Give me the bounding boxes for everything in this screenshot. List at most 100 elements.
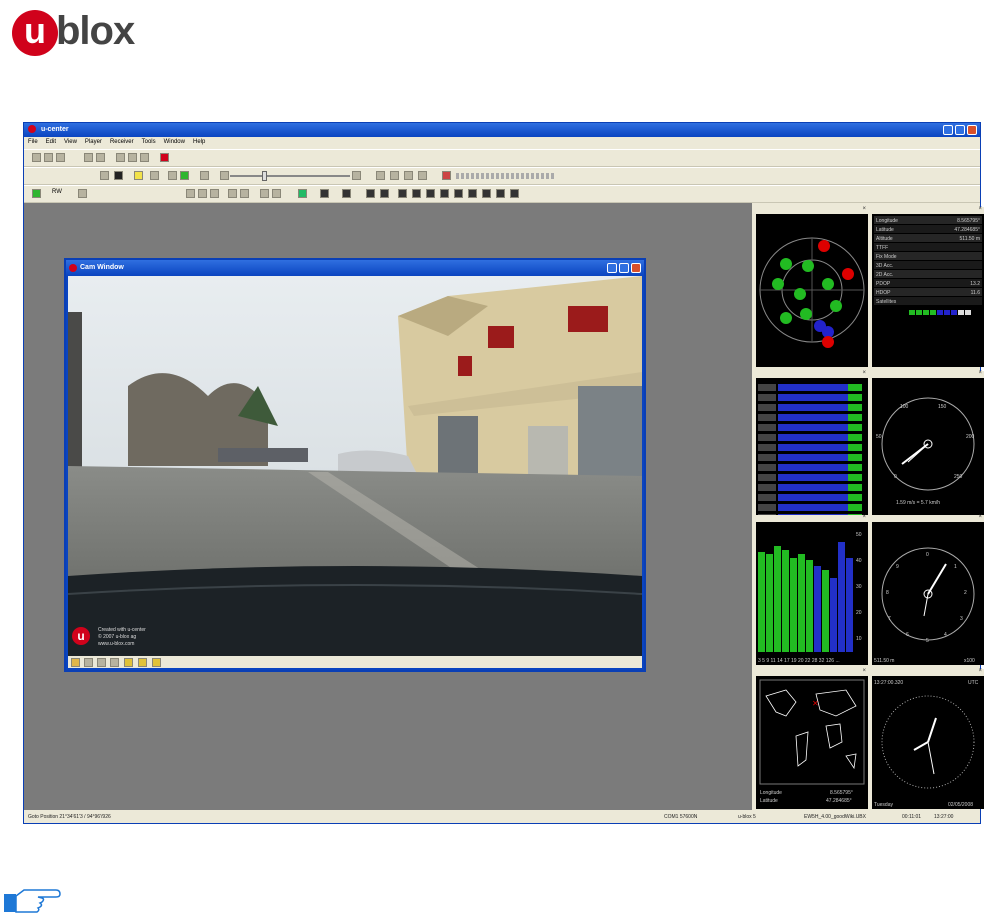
menu-player[interactable]: Player	[85, 137, 102, 148]
view-icon-21[interactable]	[510, 189, 519, 198]
pane-close-icon[interactable]: ×	[978, 206, 982, 212]
data-label: 2D Acc.	[876, 272, 893, 278]
view-icon-4[interactable]	[228, 189, 237, 198]
view-icon-6[interactable]	[260, 189, 269, 198]
cam-titlebar[interactable]: Cam Window	[66, 260, 644, 276]
pane-close-icon[interactable]: ×	[862, 514, 866, 520]
pane-close-icon[interactable]: ×	[978, 370, 982, 376]
marker-in-icon[interactable]	[376, 171, 385, 180]
paste-icon[interactable]	[140, 153, 149, 162]
cam-save-icon[interactable]	[84, 658, 93, 667]
menu-tools[interactable]: Tools	[142, 137, 156, 148]
view-icon-8[interactable]	[298, 189, 307, 198]
signal-level-pane[interactable]: × 50 40 30 20 10 3 5 9 11 14 17 19 20 22…	[756, 514, 868, 665]
view-icon-13[interactable]	[398, 189, 407, 198]
view-icon-12[interactable]	[380, 189, 389, 198]
skip-icon[interactable]	[220, 171, 229, 180]
marker-goto-icon[interactable]	[418, 171, 427, 180]
print-icon[interactable]	[84, 153, 93, 162]
menu-file[interactable]: File	[28, 137, 38, 148]
print-preview-icon[interactable]	[96, 153, 105, 162]
minimize-button[interactable]	[943, 125, 953, 135]
stop-icon[interactable]	[114, 171, 123, 180]
view-icon-17[interactable]	[454, 189, 463, 198]
data-label: Fix Mode	[876, 254, 897, 260]
data-view-pane[interactable]: × Longitude 8.565795° Latitude 47.284685° Al…	[872, 206, 984, 367]
satellite-icon[interactable]	[442, 171, 451, 180]
rewind-icon[interactable]	[352, 171, 361, 180]
sig-row-label	[758, 494, 776, 501]
ublox-icon[interactable]	[160, 153, 169, 162]
view-icon-1[interactable]	[186, 189, 195, 198]
sky-view-pane[interactable]: ×	[756, 206, 868, 367]
altimeter-tick: 1	[954, 564, 957, 570]
playback-slider[interactable]	[230, 171, 350, 181]
view-icon-7[interactable]	[272, 189, 281, 198]
data-label: Altitude	[876, 236, 893, 242]
view-icon-19[interactable]	[482, 189, 491, 198]
pane-close-icon[interactable]: ×	[862, 668, 866, 674]
view-icon-10[interactable]	[342, 189, 351, 198]
marker-out-icon[interactable]	[390, 171, 399, 180]
status-port[interactable]: COM1 57600N	[664, 811, 697, 823]
pause-icon[interactable]	[150, 171, 159, 180]
data-view-table: Longitude 8.565795° Latitude 47.284685° Alti…	[874, 216, 982, 315]
cam-delete-icon[interactable]	[97, 658, 106, 667]
pane-close-icon[interactable]: ×	[978, 514, 982, 520]
zoom-fit-icon[interactable]	[152, 658, 161, 667]
slider-thumb[interactable]	[262, 171, 267, 181]
signal-level-bar	[790, 558, 797, 652]
close-button[interactable]	[967, 125, 977, 135]
cam-minimize-button[interactable]	[607, 263, 617, 273]
pane-close-icon[interactable]: ×	[862, 206, 866, 212]
view-icon-18[interactable]	[468, 189, 477, 198]
view-icon-14[interactable]	[412, 189, 421, 198]
pane-close-icon[interactable]: ×	[862, 370, 866, 376]
view-icon-2[interactable]	[198, 189, 207, 198]
step-icon[interactable]	[168, 171, 177, 180]
data-label: Latitude	[876, 227, 894, 233]
marker-clear-icon[interactable]	[404, 171, 413, 180]
save-icon[interactable]	[44, 153, 53, 162]
menu-receiver[interactable]: Receiver	[110, 137, 134, 148]
world-map-pane[interactable]: × ✕ Longitude 8.565795° Latitude 47.2846…	[756, 668, 868, 809]
cam-close-button[interactable]	[631, 263, 641, 273]
wand-icon[interactable]	[78, 189, 87, 198]
pane-close-icon[interactable]: ×	[978, 668, 982, 674]
zoom-out-icon[interactable]	[138, 658, 147, 667]
view-icon-3[interactable]	[210, 189, 219, 198]
view-icon-20[interactable]	[496, 189, 505, 198]
fast-forward-icon[interactable]	[200, 171, 209, 180]
view-icon-15[interactable]	[426, 189, 435, 198]
connection-icon[interactable]	[32, 189, 41, 198]
cut-icon[interactable]	[116, 153, 125, 162]
menu-window[interactable]: Window	[164, 137, 185, 148]
play-icon[interactable]	[180, 171, 189, 180]
app-title: u-center	[40, 126, 69, 133]
view-icon-11[interactable]	[366, 189, 375, 198]
cam-open-icon[interactable]	[71, 658, 80, 667]
open-icon[interactable]	[56, 153, 65, 162]
view-icon-5[interactable]	[240, 189, 249, 198]
speedometer-pane[interactable]: × 100 150 50 200 0 250 1.59 m/s = 5.7 km…	[872, 370, 984, 531]
altimeter-pane[interactable]: × 0 1 2 3 4 5 6 7 8 9 511.50 m x100	[872, 514, 984, 665]
view-icon-9[interactable]	[320, 189, 329, 198]
menu-edit[interactable]: Edit	[46, 137, 56, 148]
menu-view[interactable]: View	[64, 137, 77, 148]
menu-help[interactable]: Help	[193, 137, 205, 148]
cam-window[interactable]: Cam Window u Created with u-center © 200…	[64, 258, 646, 672]
clock-pane[interactable]: × 13:27:00.320 UTC Tuesday 02/05/2008	[872, 668, 984, 809]
baudrate-dropdown[interactable]: RW	[52, 189, 62, 195]
record-icon[interactable]	[134, 171, 143, 180]
view-icon-16[interactable]	[440, 189, 449, 198]
cam-settings-icon[interactable]	[110, 658, 119, 667]
cam-maximize-button[interactable]	[619, 263, 629, 273]
sig-row-label	[758, 444, 776, 451]
eject-icon[interactable]	[100, 171, 109, 180]
copy-icon[interactable]	[128, 153, 137, 162]
signal-level-bar	[814, 566, 821, 652]
new-file-icon[interactable]	[32, 153, 41, 162]
maximize-button[interactable]	[955, 125, 965, 135]
zoom-in-icon[interactable]	[124, 658, 133, 667]
signal-table-pane[interactable]: ×	[756, 370, 868, 531]
